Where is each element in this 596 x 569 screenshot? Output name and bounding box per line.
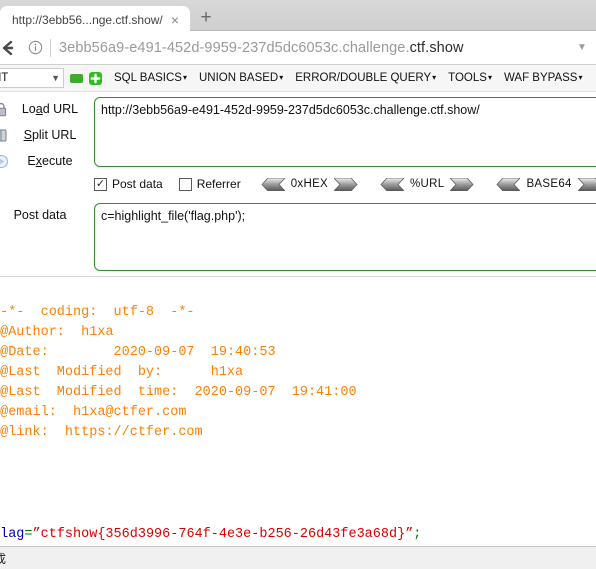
new-tab-icon[interactable]: +	[190, 8, 222, 27]
checkbox-box	[178, 177, 192, 191]
address-domain: ctf.show	[409, 39, 464, 56]
referrer-checkbox-label: Referrer	[196, 177, 241, 191]
address-bar: 3ebb56a9-e491-452d-9959-237d5dc6053c.cha…	[0, 31, 596, 65]
hackbar-options-row: ✓ Post data Referrer 0xHEX %URL BASE64	[94, 172, 596, 196]
menu-label: TOOLS	[448, 72, 487, 84]
chevron-down-icon: ▾	[432, 73, 437, 82]
hackbar-panel: Load URL Split URL Execute http://3ebb56…	[0, 92, 596, 277]
split-url-button[interactable]: Split URL	[0, 122, 92, 148]
flag-value: ctfshow{356d3996-764f-4e3e-b256-26d43fe3…	[40, 527, 406, 542]
chevron-down-icon: ▾	[487, 73, 492, 82]
hackbar-actions: Load URL Split URL Execute	[0, 96, 92, 174]
hackbar-toolbar: NT ▼ SQL BASICS▾ UNION BASED▾ ERROR/DOUB…	[0, 65, 596, 92]
post-data-checkbox[interactable]: ✓ Post data	[94, 177, 163, 191]
address-prefix: 3ebb56a9-e491-452d-9959-237d5dc6053c.cha…	[59, 39, 410, 56]
menu-waf-bypass[interactable]: WAF BYPASS▾	[504, 72, 583, 84]
menu-union-based[interactable]: UNION BASED▾	[199, 72, 283, 84]
close-icon[interactable]: ×	[166, 13, 184, 27]
post-data-input[interactable]: c=highlight_file('flag.php');	[94, 203, 596, 271]
comment-line: @Author: h1xa	[0, 325, 114, 340]
encode-hex-button[interactable]	[334, 177, 360, 191]
encoder-base64-label: BASE64	[526, 178, 572, 190]
flag-equals: =	[24, 527, 33, 542]
info-icon[interactable]	[22, 40, 48, 55]
post-data-checkbox-label: Post data	[112, 177, 163, 191]
decode-hex-button[interactable]	[259, 177, 285, 191]
load-url-button[interactable]: Load URL	[0, 96, 92, 122]
tab-title: http://3ebb56...nge.ctf.show/	[12, 12, 163, 27]
flag-quote-open: ”	[32, 527, 41, 542]
post-data-label: Post data	[13, 208, 67, 222]
request-method-value: NT	[0, 72, 9, 84]
comment-line: @link: https://ctfer.com	[0, 425, 203, 440]
decode-url-button[interactable]	[378, 177, 405, 191]
load-url-label: Load URL	[21, 102, 79, 116]
encode-url-button[interactable]	[450, 177, 476, 191]
address-divider	[50, 38, 51, 57]
menu-tools[interactable]: TOOLS▾	[448, 72, 492, 84]
menu-label: WAF BYPASS	[503, 72, 578, 84]
url-input[interactable]: http://3ebb56a9-e491-452d-9959-237d5dc60…	[94, 97, 596, 167]
split-url-label: Split URL	[23, 128, 77, 142]
checkbox-box: ✓	[94, 177, 107, 191]
execute-label: Execute	[27, 154, 73, 168]
menu-label: UNION BASED	[198, 72, 279, 84]
remove-button[interactable]	[70, 73, 83, 83]
menu-sql-basics[interactable]: SQL BASICS▾	[114, 72, 187, 84]
encoder-base64-group: BASE64	[494, 177, 596, 191]
flag-line: flag=”ctfshow{356d3996-764f-4e3e-b256-26…	[0, 525, 421, 545]
chevron-down-icon: ▼	[51, 73, 60, 83]
encoder-hex-label: 0xHEX	[290, 178, 329, 190]
menu-label: SQL BASICS	[114, 72, 182, 84]
request-method-select[interactable]: NT ▼	[0, 68, 64, 88]
flag-variable: flag	[0, 527, 25, 542]
add-button[interactable]	[89, 71, 102, 85]
decode-base64-button[interactable]	[494, 177, 521, 191]
chevron-down-icon: ▾	[578, 73, 583, 82]
status-text: 成	[0, 550, 6, 567]
comment-line: @Last Modified time: 2020-09-07 19:41:00	[0, 385, 357, 400]
menu-label: ERROR/DOUBLE QUERY	[295, 72, 432, 84]
referrer-checkbox[interactable]: Referrer	[178, 177, 241, 191]
address-input[interactable]: 3ebb56a9-e491-452d-9959-237d5dc6053c.cha…	[59, 40, 568, 56]
chevron-down-icon: ▾	[182, 73, 187, 82]
status-bar: 成	[0, 546, 596, 569]
php-source-comment: * -*- coding: utf-8 -*- @Author: h1xa @D…	[0, 283, 357, 443]
encoder-url-group: %URL	[378, 177, 476, 191]
menu-error-double-query[interactable]: ERROR/DOUBLE QUERY▾	[295, 72, 436, 84]
browser-tab[interactable]: http://3ebb56...nge.ctf.show/ ×	[0, 6, 190, 33]
browser-tabstrip-bar: http://3ebb56...nge.ctf.show/ × +	[0, 0, 596, 33]
flag-semicolon: ;	[413, 527, 422, 542]
page-content: * -*- coding: utf-8 -*- @Author: h1xa @D…	[0, 277, 596, 553]
lock-icon	[0, 102, 14, 117]
back-arrow-icon[interactable]	[0, 34, 22, 62]
comment-line: @email: h1xa@ctfer.com	[0, 405, 187, 420]
comment-line: @Date: 2020-09-07 19:40:53	[0, 345, 276, 360]
comment-line: -*- coding: utf-8 -*-	[0, 305, 195, 320]
encoder-hex-group: 0xHEX	[259, 177, 360, 191]
encoder-url-label: %URL	[410, 178, 445, 190]
split-icon	[0, 128, 14, 143]
execute-icon	[0, 154, 14, 169]
chevron-down-icon[interactable]: ▼	[568, 42, 596, 53]
comment-line: @Last Modified by: h1xa	[0, 365, 244, 380]
tabstrip: http://3ebb56...nge.ctf.show/ × +	[0, 0, 222, 33]
chevron-down-icon: ▾	[279, 73, 284, 82]
encode-base64-button[interactable]	[577, 177, 596, 191]
execute-button[interactable]: Execute	[0, 148, 92, 174]
